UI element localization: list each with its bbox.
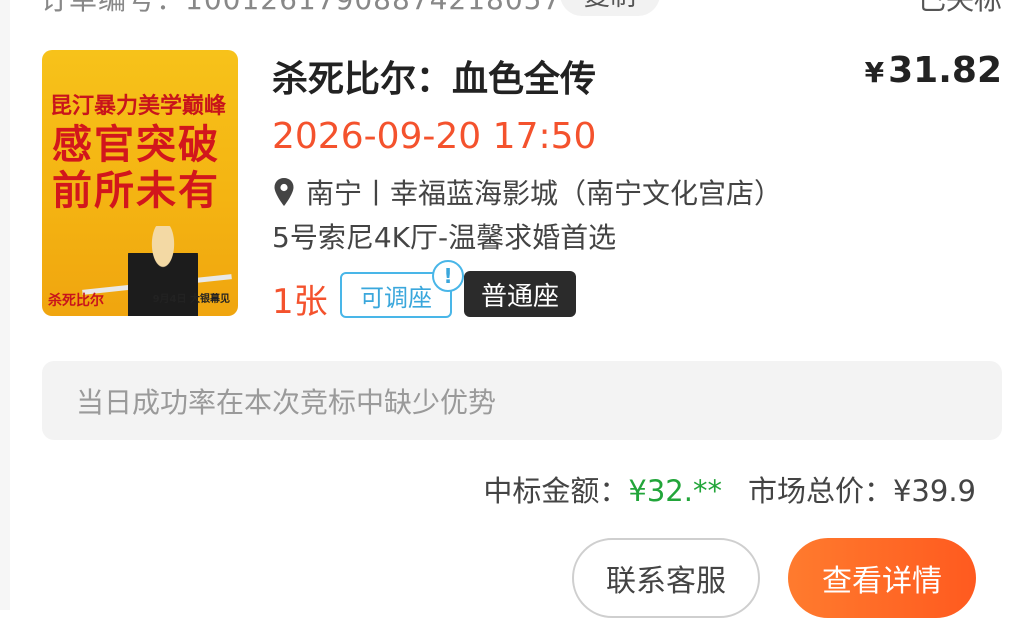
order-header: 订单编号：10012617908874218057 复制 已失标 [0,0,1024,18]
market-price-label: 市场总价： [747,474,893,508]
ticket-count: 1张 [272,282,328,322]
notice-box: 当日成功率在本次竞标中缺少优势 [42,361,1002,440]
market-price-value: ¥39.9 [892,474,976,508]
movie-title: 杀死比尔：血色全传 [272,59,597,100]
hall-name: 5号索尼4K厅-温馨求婚首选 [272,221,617,254]
poster-tagline-1: 昆汀暴力美学巅峰 [50,94,227,119]
notice-text: 当日成功率在本次竞标中缺少优势 [76,385,497,419]
left-edge-divider [0,0,10,610]
showtime: 2026-09-20 17:50 [272,116,597,157]
poster-date: 9月4日 大银幕见 [152,294,230,305]
bid-amount-label: 中标金额： [483,474,629,508]
bid-amount-value: ¥32.** [628,474,722,508]
movie-poster[interactable]: 昆汀暴力美学巅峰 感官突破前所未有 杀死比尔 9月4日 大银幕见 [42,50,238,316]
cinema-location: 南宁丨幸福蓝海影城（南宁文化宫店） [272,172,782,212]
location-pin-icon [274,178,294,206]
seat-type-badge: 普通座 [464,271,576,317]
cinema-name: 南宁丨幸福蓝海影城（南宁文化宫店） [306,177,783,210]
order-price: ¥31.82 [865,50,1002,91]
poster-tagline-2: 感官突破前所未有 [52,122,220,214]
currency-symbol: ¥ [864,56,885,89]
poster-title: 杀死比尔 [48,293,104,309]
amount-summary: 中标金额： ¥32.** 市场总价： ¥39.9 [483,468,976,510]
view-details-button[interactable]: 查看详情 [788,538,976,618]
order-number: 订单编号：10012617908874218057 [40,0,561,18]
order-status: 已失标 [918,0,1002,18]
contact-service-button[interactable]: 联系客服 [572,538,760,618]
price-value: 31.82 [888,50,1002,91]
copy-button[interactable]: 复制 [560,0,660,16]
info-icon[interactable]: ! [432,260,464,292]
